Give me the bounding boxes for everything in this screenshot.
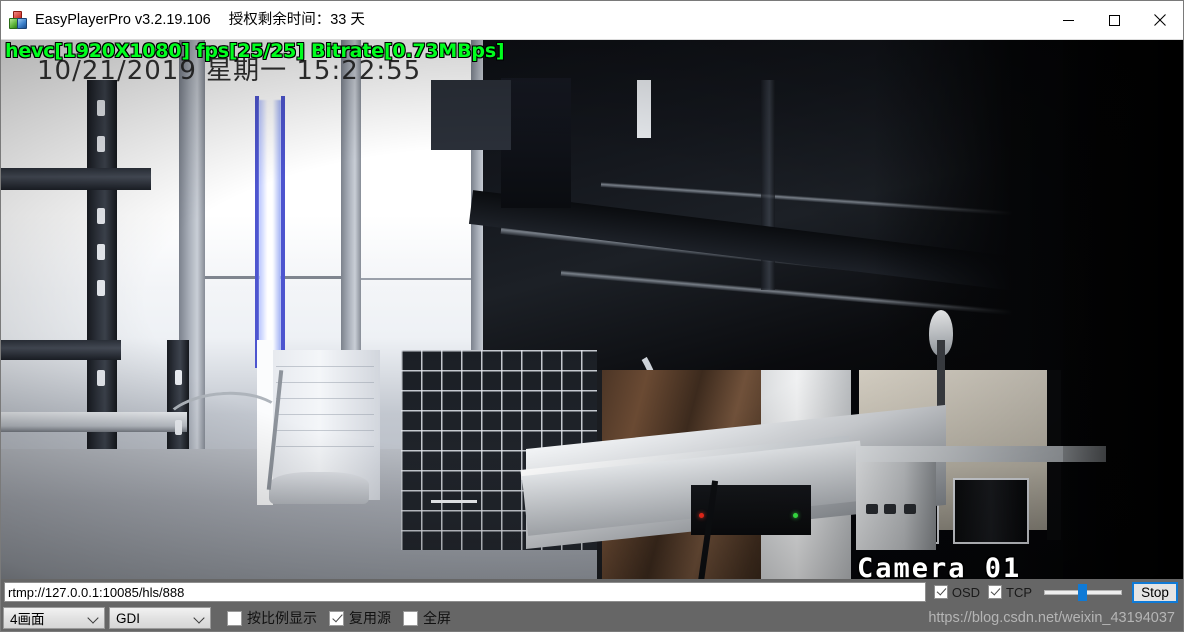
app-logo-icon [9,11,27,29]
stream-info-overlay: hevc[1920X1080] fps[25/25] Bitrate[0.73M… [5,40,505,62]
maximize-icon [1108,14,1120,26]
minimize-button[interactable] [1045,1,1091,39]
close-button[interactable] [1137,1,1183,39]
title-text-group: EasyPlayerPro v3.2.19.106 授权剩余时间：33 天 [35,13,365,28]
watermark-text: https://blog.csdn.net/weixin_43194037 [928,610,1175,626]
scale-display-checkbox[interactable]: 按比例显示 [227,610,317,626]
video-frame [1,40,1183,579]
stream-url-input[interactable]: rtmp://127.0.0.1:10085/hls/888 [4,582,926,602]
scene-bright-slot [637,80,651,138]
layout-select-value: 4画面 [10,612,45,627]
render-mode-select-value: GDI [116,610,141,626]
scene-dark-block-2 [431,80,511,150]
tcp-checkbox[interactable]: TCP [988,585,1032,599]
window-controls [1045,1,1183,39]
osd-camera-label: Camera 01 [857,553,1022,579]
osd-checkbox[interactable]: OSD [933,584,980,600]
volume-slider[interactable] [1044,583,1122,601]
scene-tube-light [259,100,281,365]
title-bar: EasyPlayerPro v3.2.19.106 授权剩余时间：33 天 [1,1,1183,40]
fullscreen-checkbox[interactable]: 全屏 [403,610,451,626]
reuse-source-checkbox-box[interactable] [329,610,344,626]
chevron-down-icon [88,612,100,624]
scene-rack-beam-2 [1,340,121,360]
application-window: EasyPlayerPro v3.2.19.106 授权剩余时间：33 天 he… [0,0,1184,632]
scene-equipment-box-white [856,460,936,550]
video-display-area[interactable]: hevc[1920X1080] fps[25/25] Bitrate[0.73M… [1,40,1183,579]
close-icon [1154,14,1166,26]
osd-checkbox-label: OSD [951,584,980,600]
fullscreen-checkbox-label: 全屏 [423,610,451,626]
window-title: EasyPlayerPro v3.2.19.106 [35,11,211,28]
volume-slider-thumb[interactable] [1078,584,1088,601]
scene-door-panel-right [953,478,1029,544]
scene-rack-beam-1 [1,168,151,190]
license-remaining-label: 授权剩余时间：33 天 [228,11,365,28]
osd-checkbox-box[interactable] [933,585,948,599]
tcp-checkbox-label: TCP [1006,584,1032,600]
scene-shelf-plate-1 [1,412,187,432]
reuse-source-checkbox-label: 复用源 [349,610,391,626]
tcp-checkbox-box[interactable] [988,585,1002,599]
scene-dark-block [501,78,571,208]
maximize-button[interactable] [1091,1,1137,39]
status-bar: rtmp://127.0.0.1:10085/hls/888 OSD TCP S… [1,579,1183,605]
minimize-icon [1062,19,1074,21]
bottom-toolbar: 4画面 GDI 按比例显示 复用源 全屏 https://blog.csdn.n… [1,605,1183,631]
chevron-down-icon [194,612,206,624]
layout-select[interactable]: 4画面 [3,607,105,629]
scene-muntin-b [361,278,471,280]
scale-display-checkbox-box[interactable] [227,610,242,626]
scene-tube-edge-right [281,96,285,368]
fullscreen-checkbox-box[interactable] [403,610,418,626]
scene-ac-hose-wrap [269,472,369,504]
scene-edge-shadow [1063,40,1183,579]
render-mode-select[interactable]: GDI [109,607,211,629]
stop-button[interactable]: Stop [1132,581,1178,603]
scale-display-checkbox-label: 按比例显示 [247,610,317,626]
reuse-source-checkbox[interactable]: 复用源 [329,610,391,626]
